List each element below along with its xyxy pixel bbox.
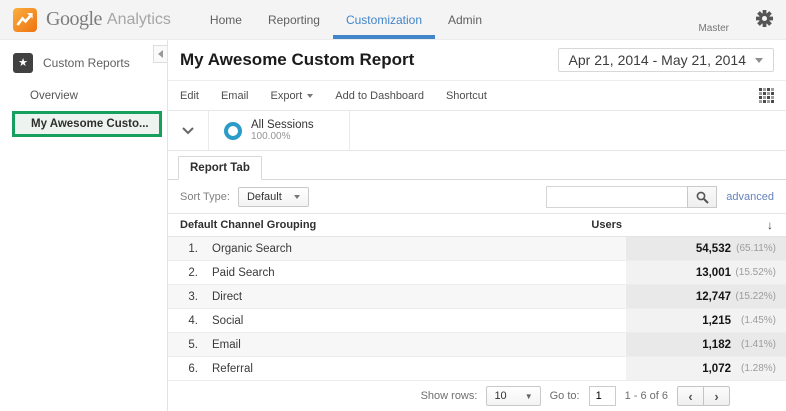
edit-button[interactable]: Edit (180, 90, 199, 102)
star-icon: ★ (13, 53, 33, 73)
logo-product-text: Analytics (106, 10, 171, 28)
google-analytics-logo[interactable]: Google Analytics (0, 0, 171, 39)
goto-page-input[interactable] (588, 386, 616, 406)
table-row[interactable]: 3. Direct 12,747 (15.22%) (168, 285, 786, 309)
users-value-cell: 12,747 (15.22%) (626, 285, 786, 308)
caret-down-icon: ▼ (524, 391, 533, 401)
segment-all-sessions[interactable]: All Sessions 100.00% (209, 111, 350, 150)
users-value-cell: 1,072 (1.28%) (626, 357, 786, 380)
next-page-button[interactable]: › (703, 386, 730, 406)
sort-type-label: Sort Type: (180, 191, 230, 203)
pagination-bar: Show rows: 10 ▼ Go to: 1 - 6 of 6 ‹ › (168, 381, 786, 411)
show-rows-label: Show rows: (420, 390, 478, 402)
add-to-dashboard-button[interactable]: Add to Dashboard (335, 90, 424, 102)
table-row[interactable]: 2. Paid Search 13,001 (15.52%) (168, 261, 786, 285)
segment-expand-button[interactable] (168, 111, 209, 150)
table-header: Default Channel Grouping Users ↓ (168, 213, 786, 237)
segment-percent: 100.00% (251, 131, 291, 142)
users-value-cell: 1,182 (1.41%) (626, 333, 786, 356)
logo-brand-text: Google (46, 8, 102, 30)
export-button[interactable]: Export (270, 90, 314, 102)
keyboard-grid-icon[interactable] (759, 88, 774, 103)
main-panel: My Awesome Custom Report Apr 21, 2014 - … (168, 40, 786, 411)
pager: ‹ › (677, 386, 730, 406)
segment-row: All Sessions 100.00% (168, 111, 786, 151)
segment-name: All Sessions (251, 119, 314, 131)
tab-report-tab[interactable]: Report Tab (178, 156, 262, 180)
caret-down-icon (307, 93, 314, 98)
sidebar-item-overview[interactable]: Overview (0, 85, 167, 107)
nav-customization[interactable]: Customization (332, 0, 435, 39)
custom-reports-label: Custom Reports (43, 56, 130, 70)
ga-zigzag-icon (12, 7, 38, 33)
caret-down-icon (293, 195, 300, 199)
row-rank: 6. (188, 362, 198, 375)
sidebar-item-my-awesome-custom-report[interactable]: My Awesome Custo... (12, 111, 162, 137)
pagination-range: 1 - 6 of 6 (624, 390, 668, 402)
primary-nav: Home Reporting Customization Admin (197, 0, 495, 39)
row-rank: 2. (188, 266, 198, 279)
report-action-bar: Edit Email Export Add to Dashboard Short… (168, 81, 786, 111)
date-range-text: Apr 21, 2014 - May 21, 2014 (568, 52, 746, 68)
row-rank: 1. (188, 242, 198, 255)
table-row[interactable]: 5. Email 1,182 (1.41%) (168, 333, 786, 357)
search-icon (696, 191, 709, 204)
google-analytics-screen: Google Analytics Home Reporting Customiz… (0, 0, 786, 411)
channel-name[interactable]: Direct (212, 291, 242, 303)
advanced-search-link[interactable]: advanced (726, 191, 774, 203)
column-header-users[interactable]: Users (591, 219, 622, 231)
channel-name[interactable]: Social (212, 315, 243, 327)
table-row[interactable]: 1. Organic Search 54,532 (65.11%) (168, 237, 786, 261)
users-value-cell: 13,001 (15.52%) (626, 261, 786, 284)
collapse-left-icon (158, 50, 163, 58)
search-input[interactable] (546, 186, 689, 208)
show-rows-select[interactable]: 10 ▼ (486, 386, 541, 406)
sort-direction-icon[interactable]: ↓ (767, 218, 773, 232)
caret-down-icon (755, 57, 763, 63)
nav-home[interactable]: Home (197, 0, 255, 39)
chevron-down-icon (182, 126, 194, 134)
sidebar-collapse-button[interactable] (153, 45, 167, 63)
gear-icon[interactable] (756, 10, 773, 32)
channel-name[interactable]: Referral (212, 363, 253, 375)
prev-page-button[interactable]: ‹ (677, 386, 704, 406)
channel-name[interactable]: Organic Search (212, 243, 292, 255)
table-row[interactable]: 4. Social 1,215 (1.45%) (168, 309, 786, 333)
shortcut-button[interactable]: Shortcut (446, 90, 487, 102)
goto-label: Go to: (549, 390, 580, 402)
row-rank: 4. (188, 314, 198, 327)
search-button[interactable] (687, 186, 718, 208)
channel-name[interactable]: Paid Search (212, 267, 275, 279)
table-controls: Sort Type: Default advanced (168, 180, 786, 213)
column-header-default-channel-grouping[interactable]: Default Channel Grouping (180, 219, 316, 231)
row-rank: 3. (188, 290, 198, 303)
email-button[interactable]: Email (221, 90, 249, 102)
page-body: ★ Custom Reports Overview My Awesome Cus… (0, 40, 786, 411)
users-value-cell: 54,532 (65.11%) (626, 237, 786, 260)
row-rank: 5. (188, 338, 198, 351)
sidebar: ★ Custom Reports Overview My Awesome Cus… (0, 40, 168, 411)
table-row[interactable]: 6. Referral 1,072 (1.28%) (168, 357, 786, 381)
users-value-cell: 1,215 (1.45%) (626, 309, 786, 332)
date-range-selector[interactable]: Apr 21, 2014 - May 21, 2014 (557, 48, 774, 72)
report-header: My Awesome Custom Report Apr 21, 2014 - … (168, 40, 786, 81)
channel-name[interactable]: Email (212, 339, 241, 351)
top-nav: Google Analytics Home Reporting Customiz… (0, 0, 786, 40)
account-selector-label[interactable]: Master (698, 23, 729, 34)
page-title: My Awesome Custom Report (180, 50, 415, 69)
segment-donut-icon (224, 121, 242, 140)
sidebar-item-custom-reports[interactable]: ★ Custom Reports (0, 40, 167, 85)
sort-type-select[interactable]: Default (237, 187, 309, 207)
nav-reporting[interactable]: Reporting (255, 0, 333, 39)
nav-admin[interactable]: Admin (435, 0, 495, 39)
report-tab-bar: Report Tab (168, 151, 786, 180)
